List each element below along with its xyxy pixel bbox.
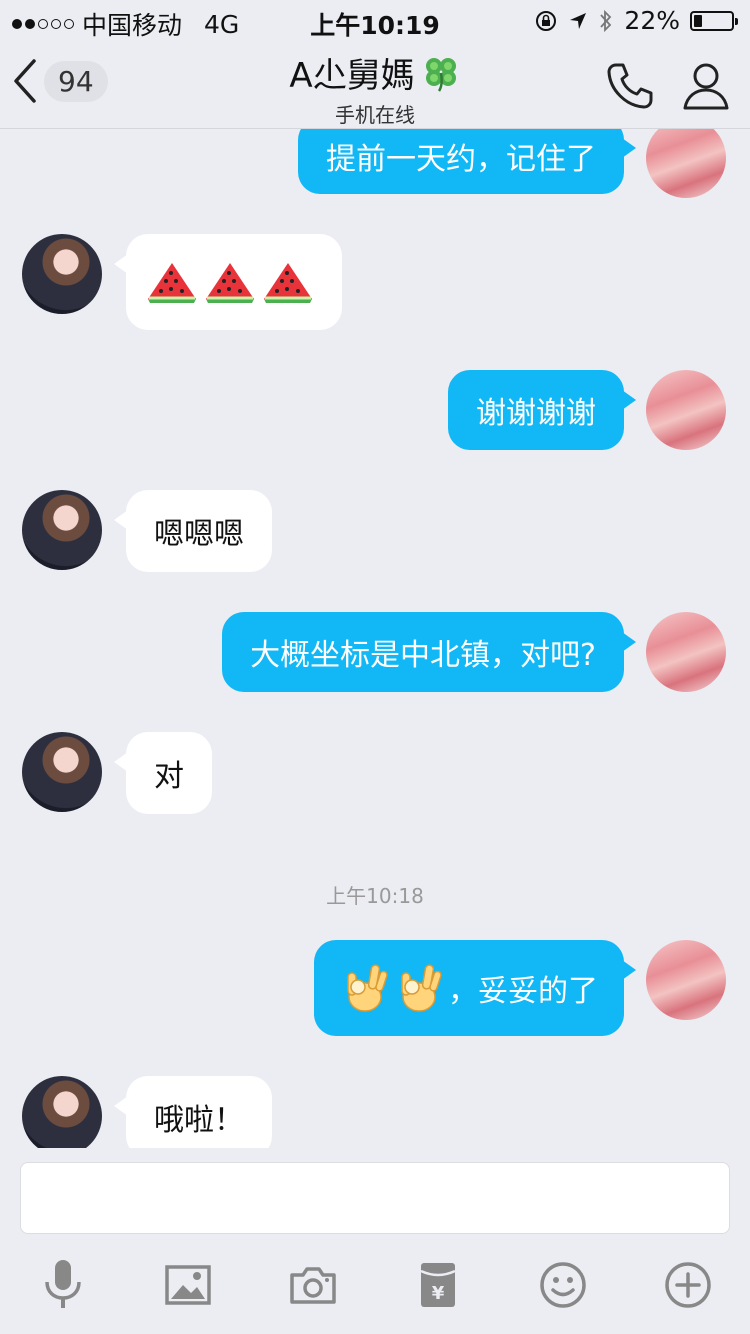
red-envelope-button[interactable]: ¥: [408, 1255, 468, 1315]
emoji-icon: [539, 1262, 586, 1308]
more-button[interactable]: [658, 1255, 718, 1315]
camera-button[interactable]: [283, 1255, 343, 1315]
contact-avatar[interactable]: [22, 1076, 102, 1148]
contact-name: A尐舅媽: [289, 48, 460, 97]
my-avatar[interactable]: [646, 612, 726, 692]
contact-avatar[interactable]: [22, 234, 102, 314]
my-avatar[interactable]: [646, 370, 726, 450]
phone-call-icon[interactable]: [604, 60, 656, 112]
my-avatar[interactable]: [646, 940, 726, 1020]
message-text: 谢谢谢谢: [476, 396, 596, 431]
four-leaf-clover-icon: [425, 57, 456, 92]
message-text: 对: [154, 759, 184, 794]
location-icon: [570, 12, 587, 29]
camera-icon: [289, 1267, 336, 1304]
message-bubble[interactable]: [114, 234, 342, 330]
contact-name-text: A尐舅媽: [289, 56, 415, 96]
my-avatar[interactable]: [646, 128, 726, 198]
message-bubble[interactable]: 嗯嗯嗯: [114, 490, 272, 572]
battery-percent: 22%: [624, 6, 680, 35]
status-right: 22%: [534, 6, 738, 35]
input-toolbar: ¥: [0, 1250, 750, 1320]
watermelon-icon: [148, 263, 196, 303]
message-bubble[interactable]: 谢谢谢谢: [448, 370, 636, 450]
watermelon-icon: [264, 263, 312, 303]
contact-avatar[interactable]: [22, 490, 102, 570]
red-envelope-icon: ¥: [419, 1263, 456, 1307]
message-text: 嗯嗯嗯: [154, 517, 244, 552]
watermelon-icon: [206, 263, 254, 303]
photo-button[interactable]: [158, 1255, 218, 1315]
bluetooth-icon: [600, 9, 612, 32]
chat-header: 94 A尐舅媽 手机在线: [0, 40, 750, 129]
microphone-icon: [44, 1260, 81, 1308]
message-timestamp: 上午10:18: [326, 884, 424, 908]
ok-hand-icon: [401, 964, 442, 1012]
message-bubble[interactable]: ，妥妥的了: [314, 940, 636, 1036]
image-icon: [164, 1265, 211, 1305]
message-text: ，妥妥的了: [448, 974, 598, 1009]
message-text: 哦啦！: [154, 1103, 244, 1138]
svg-text:¥: ¥: [431, 1283, 444, 1304]
message-text: 大概坐标是中北镇，对吧?: [250, 638, 596, 673]
battery-icon: [690, 10, 738, 31]
plus-icon: [664, 1262, 711, 1308]
message-bubble[interactable]: 提前一天约，记住了: [298, 128, 636, 194]
rotation-lock-icon: [536, 10, 557, 31]
profile-icon[interactable]: [682, 60, 730, 112]
message-bubble[interactable]: 哦啦！: [114, 1076, 272, 1148]
message-text: 提前一天约，记住了: [326, 142, 596, 177]
status-bar: 中国移动 4G 上午10:19 22%: [0, 0, 750, 40]
ok-hand-icon: [347, 964, 388, 1012]
voice-button[interactable]: [33, 1255, 93, 1315]
emoji-button[interactable]: [533, 1255, 593, 1315]
message-list[interactable]: 提前一天约，记住了 谢谢谢谢 嗯嗯嗯 大概坐标是中北镇，对吧? 对 上午10:1…: [0, 128, 750, 1148]
contact-avatar[interactable]: [22, 732, 102, 812]
message-bubble[interactable]: 大概坐标是中北镇，对吧?: [222, 612, 636, 692]
header-actions: [604, 60, 730, 112]
message-bubble[interactable]: 对: [114, 732, 212, 814]
message-input[interactable]: [20, 1162, 730, 1234]
battery-fill: [694, 14, 702, 27]
